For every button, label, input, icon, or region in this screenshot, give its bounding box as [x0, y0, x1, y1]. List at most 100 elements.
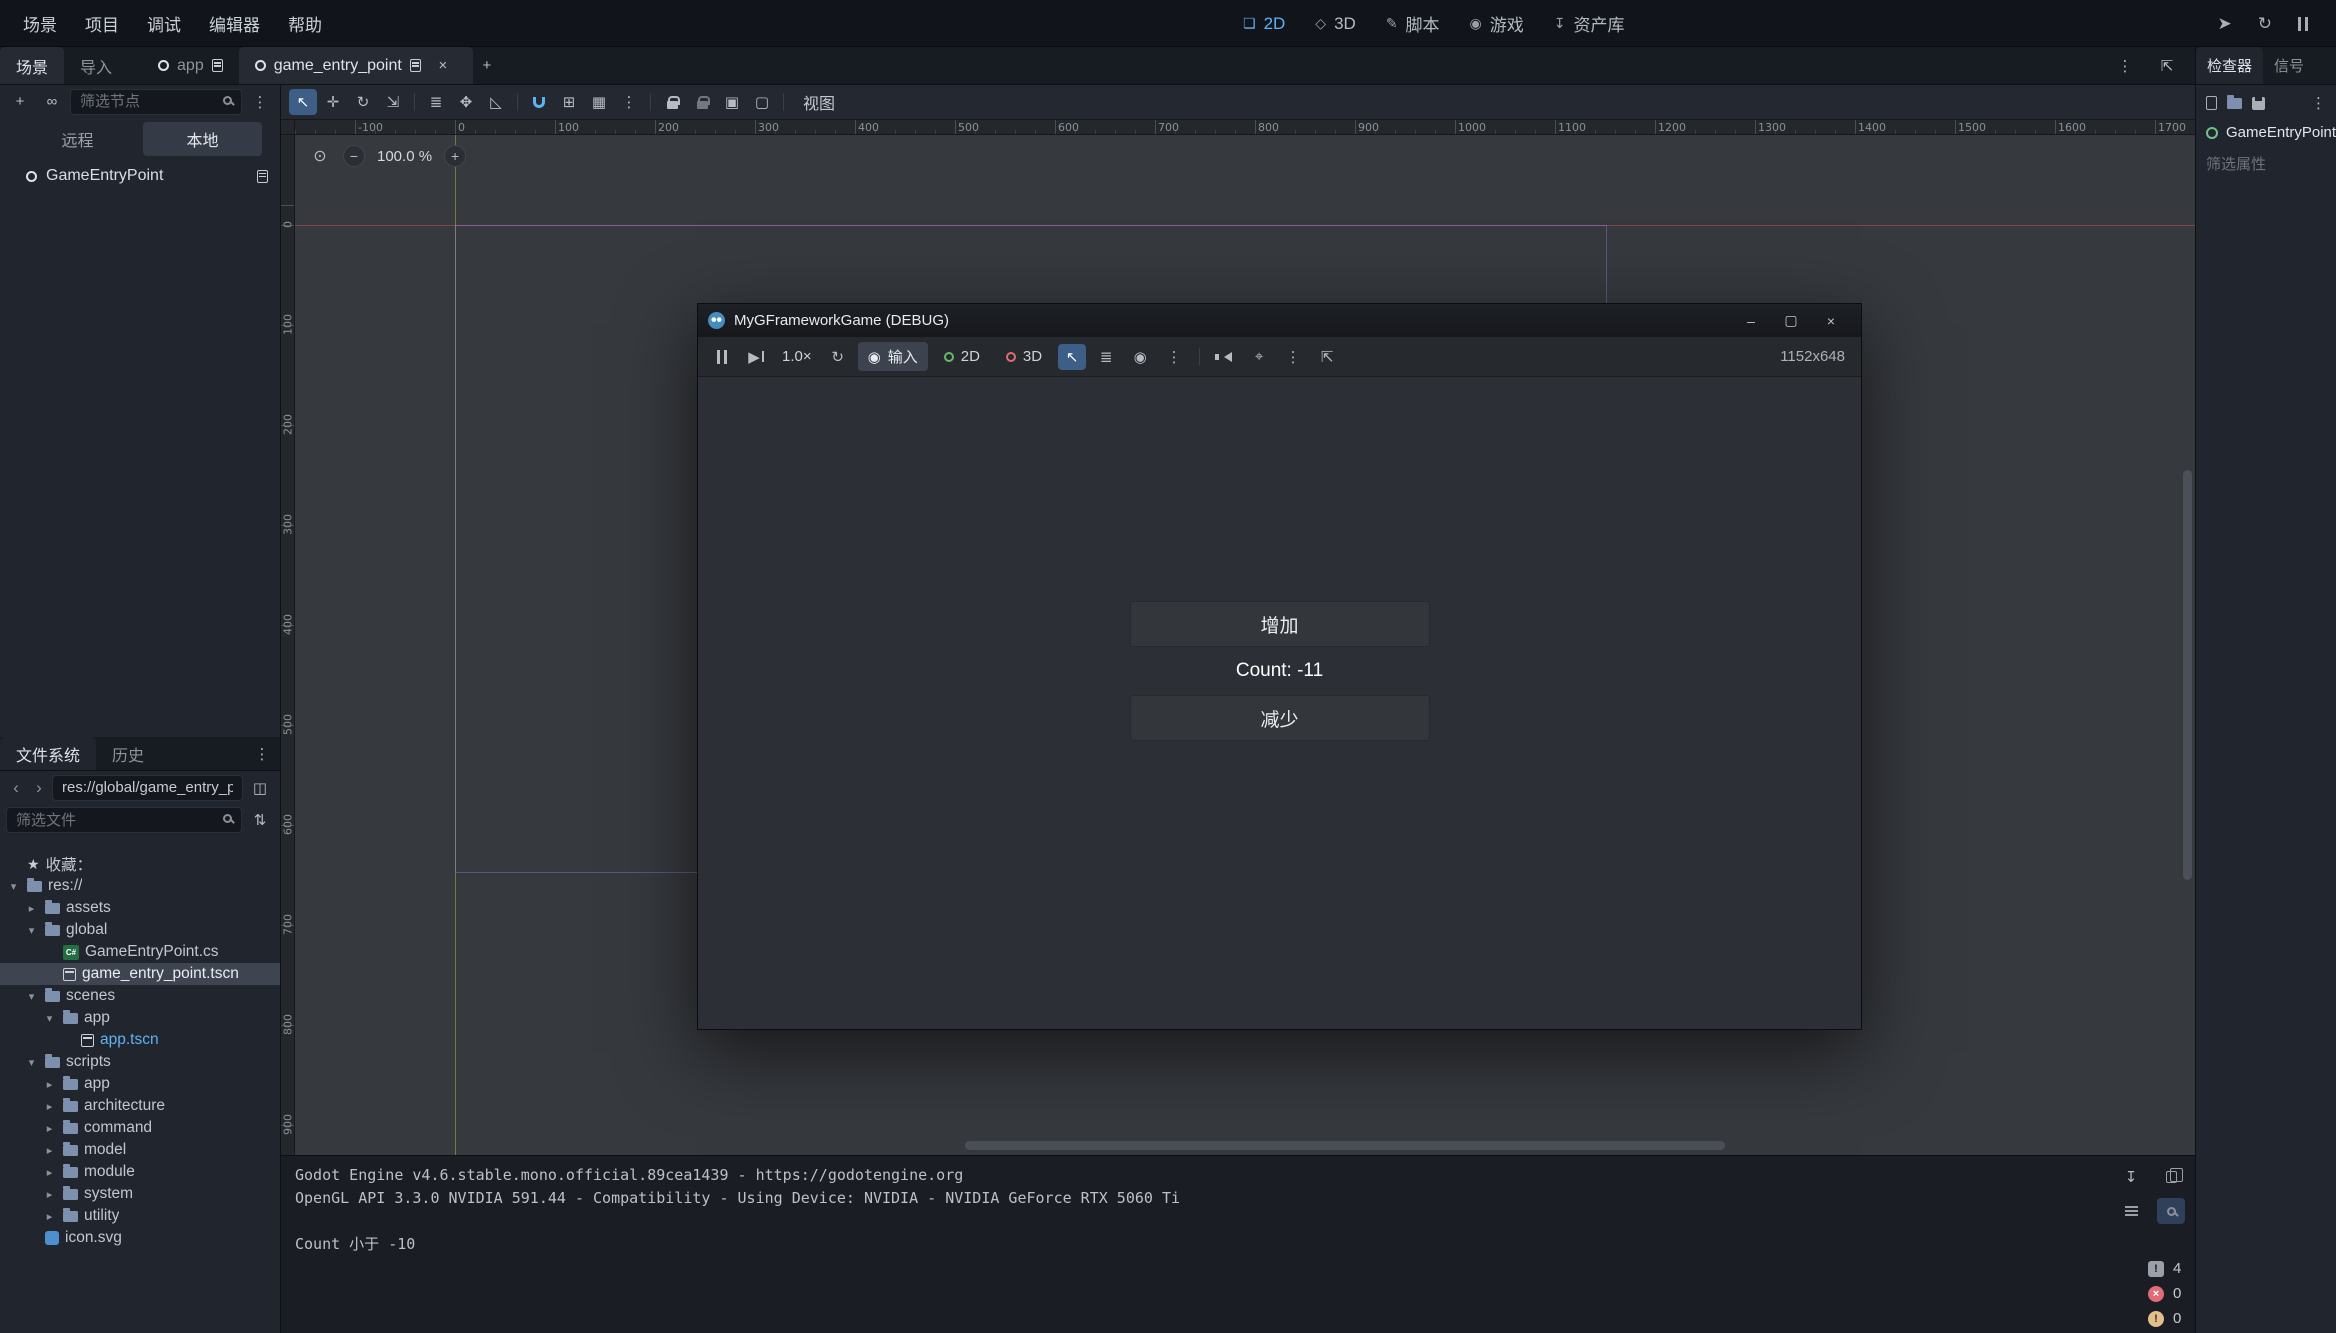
zoom-in-button[interactable]: +	[444, 145, 466, 167]
show-selection-list-icon[interactable]: ≣	[422, 89, 450, 115]
workspace-3d-button[interactable]: ◇ 3D	[1305, 9, 1366, 39]
time-scale-label[interactable]: 1.0×	[776, 348, 818, 365]
tree-item-folder[interactable]: ▸ system	[0, 1183, 280, 1205]
show-grid-icon[interactable]: ▦	[585, 89, 613, 115]
game-render-area[interactable]: 增加 Count: -11 减少	[698, 377, 1861, 1029]
filter-files-input[interactable]	[6, 807, 242, 833]
workspace-game-button[interactable]: ◉ 游戏	[1460, 6, 1534, 41]
debug-options-menu-icon[interactable]: ⋮	[1160, 344, 1188, 370]
expand-arrow-icon[interactable]: ▾	[24, 924, 39, 937]
local-button[interactable]: 本地	[143, 122, 262, 156]
move-tool-icon[interactable]: ✛	[319, 89, 347, 115]
zoom-level[interactable]: 100.0 %	[377, 148, 432, 165]
snap-options-menu-icon[interactable]: ⋮	[615, 89, 643, 115]
tree-item-folder[interactable]: ▸ architecture	[0, 1095, 280, 1117]
game-debug-window[interactable]: MyGFrameworkGame (DEBUG) – ▢ × ▶ 1.0× ↻ …	[697, 303, 1862, 1030]
tree-item-folder[interactable]: ▾ global	[0, 919, 280, 941]
tab-history[interactable]: 历史	[96, 737, 160, 770]
forward-icon[interactable]: ›	[29, 775, 49, 801]
tree-item-file[interactable]: icon.svg	[0, 1227, 280, 1249]
expand-arrow-icon[interactable]: ▾	[24, 1056, 39, 1069]
output-filter-icon[interactable]	[2117, 1198, 2145, 1224]
dock-tab-import[interactable]: 导入	[64, 47, 128, 84]
filter-properties-field[interactable]: 筛选属性	[2196, 146, 2336, 181]
mute-audio-icon[interactable]	[1211, 344, 1239, 370]
grid-snap-icon[interactable]: ⊞	[555, 89, 583, 115]
error-count-filter[interactable]: × 0	[2148, 1285, 2189, 1302]
scene-dock-menu-icon[interactable]: ⋮	[246, 89, 274, 115]
camera-override-icon[interactable]: ⌖	[1245, 344, 1273, 370]
ruler-tool-icon[interactable]: ◺	[482, 89, 510, 115]
expand-arrow-icon[interactable]: ▾	[24, 990, 39, 1003]
workspace-2d-button[interactable]: ❏ 2D	[1233, 9, 1295, 39]
filter-nodes-input[interactable]	[70, 89, 242, 115]
maximize-window-icon[interactable]: ▢	[1771, 304, 1811, 337]
tree-item-res-root[interactable]: ▾ res://	[0, 875, 280, 897]
node-list-icon[interactable]: ≣	[1092, 344, 1120, 370]
debug-2d-toggle[interactable]: 2D	[934, 344, 990, 369]
add-scene-tab-button[interactable]: +	[473, 53, 501, 79]
tab-filesystem[interactable]: 文件系统	[0, 737, 96, 770]
tree-item-file-selected[interactable]: game_entry_point.tscn	[0, 963, 280, 985]
input-toggle-button[interactable]: ◉ 输入	[858, 342, 928, 371]
inspected-node[interactable]: GameEntryPoint...	[2196, 119, 2336, 146]
search-output-icon[interactable]	[2157, 1198, 2185, 1224]
use-snap-icon[interactable]	[525, 89, 553, 115]
current-path-input[interactable]	[52, 775, 243, 801]
inspector-menu-icon[interactable]: ⋮	[2311, 94, 2326, 112]
tree-item-favorites[interactable]: ★ 收藏：	[0, 853, 280, 875]
sort-files-icon[interactable]: ⇅	[246, 807, 274, 833]
expand-arrow-icon[interactable]: ▸	[42, 1166, 57, 1179]
next-frame-icon[interactable]: ▶	[742, 344, 770, 370]
camera-menu-icon[interactable]: ⋮	[1279, 344, 1307, 370]
tree-item-folder[interactable]: ▸ utility	[0, 1205, 280, 1227]
remote-button[interactable]: 远程	[18, 122, 137, 156]
scene-tree-root-node[interactable]: GameEntryPoint	[0, 160, 280, 192]
expand-arrow-icon[interactable]: ▾	[6, 880, 21, 893]
game-window-titlebar[interactable]: MyGFrameworkGame (DEBUG) – ▢ ×	[698, 304, 1861, 337]
restart-game-icon[interactable]: ↻	[2258, 14, 2272, 34]
pause-game-icon[interactable]	[2298, 17, 2308, 31]
zoom-out-button[interactable]: −	[343, 145, 365, 167]
scale-tool-icon[interactable]: ⇲	[379, 89, 407, 115]
tree-item-folder[interactable]: ▸ assets	[0, 897, 280, 919]
menu-project[interactable]: 项目	[72, 6, 132, 41]
tree-item-folder[interactable]: ▾ scenes	[0, 985, 280, 1007]
ungroup-node-icon[interactable]: ▢	[748, 89, 776, 115]
pick-node-tool-icon[interactable]: ↖	[1058, 344, 1086, 370]
warning-count-filter[interactable]: ! 0	[2148, 1310, 2189, 1327]
expand-arrow-icon[interactable]: ▸	[42, 1144, 57, 1157]
toggle-split-mode-icon[interactable]: ◫	[246, 775, 274, 801]
tree-item-folder[interactable]: ▸ model	[0, 1139, 280, 1161]
restart-game-icon[interactable]: ↻	[824, 344, 852, 370]
select-tool-icon[interactable]: ↖	[289, 89, 317, 115]
tree-item-file[interactable]: app.tscn	[0, 1029, 280, 1051]
attached-script-icon[interactable]	[257, 170, 268, 183]
expand-arrow-icon[interactable]: ▸	[24, 902, 39, 915]
expand-arrow-icon[interactable]: ▾	[42, 1012, 57, 1025]
tree-item-folder[interactable]: ▾ app	[0, 1007, 280, 1029]
tree-item-folder[interactable]: ▾ scripts	[0, 1051, 280, 1073]
expand-arrow-icon[interactable]: ▸	[42, 1210, 57, 1223]
tree-item-folder[interactable]: ▸ module	[0, 1161, 280, 1183]
pan-tool-icon[interactable]: ✥	[452, 89, 480, 115]
menu-help[interactable]: 帮助	[275, 6, 335, 41]
rotate-tool-icon[interactable]: ↻	[349, 89, 377, 115]
group-node-icon[interactable]: ▣	[718, 89, 746, 115]
instantiate-scene-icon[interactable]: ∞	[38, 89, 66, 115]
menu-scene[interactable]: 场景	[10, 6, 70, 41]
scene-tab-app[interactable]: app	[142, 47, 239, 84]
tree-item-folder[interactable]: ▸ command	[0, 1117, 280, 1139]
load-resource-icon[interactable]	[2227, 98, 2242, 109]
new-resource-icon[interactable]	[2206, 96, 2217, 110]
expand-viewport-icon[interactable]: ⇱	[2153, 53, 2181, 79]
lock-node-icon[interactable]	[658, 89, 686, 115]
fullscreen-icon[interactable]: ⇱	[1313, 344, 1341, 370]
back-icon[interactable]: ‹	[6, 775, 26, 801]
workspace-assetlib-button[interactable]: ↧ 资产库	[1544, 6, 1635, 41]
scene-tab-game-entry-point[interactable]: game_entry_point ×	[239, 47, 473, 84]
vertical-scrollbar[interactable]	[2183, 470, 2192, 880]
increase-button[interactable]: 增加	[1130, 601, 1430, 647]
expand-arrow-icon[interactable]: ▸	[42, 1122, 57, 1135]
unlock-node-icon[interactable]	[688, 89, 716, 115]
